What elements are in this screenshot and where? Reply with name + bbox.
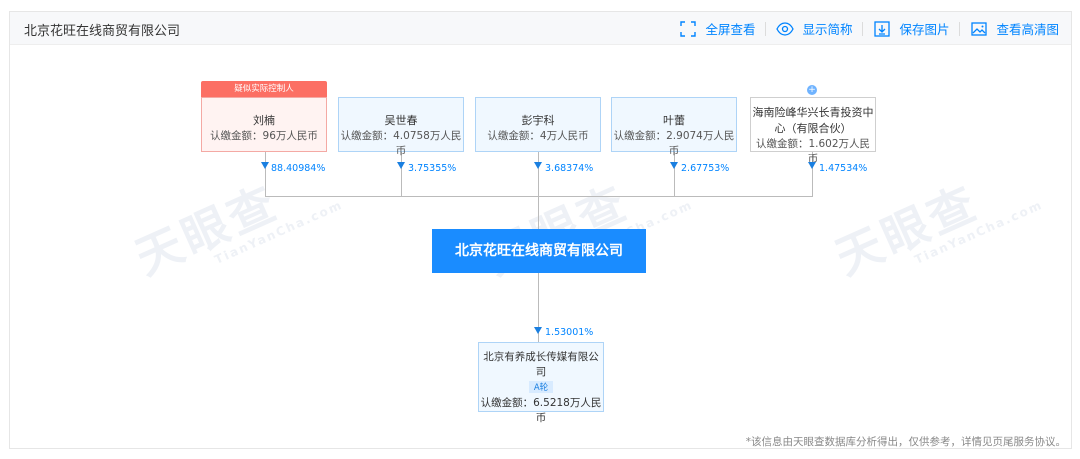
connector-line [265,196,813,197]
share-percent: 3.75355% [408,163,457,174]
disclaimer-footnote: *该信息由天眼查数据库分析得出，仅供参考，详情见页尾服务协议。 [745,436,1066,448]
investee-amount: 认缴金额：6.5218万人民币 [480,397,602,424]
watermark-sub: TianYanCha.com [912,197,1046,267]
share-percent: 2.67753% [681,163,730,174]
fullscreen-label: 全屏查看 [705,22,756,37]
share-percent: 3.68374% [545,163,594,174]
shareholder-name: 叶蕾 [663,114,685,127]
connector-line [401,152,402,196]
shareholder-name: 心（有限合伙） [774,122,852,135]
investment-percent: 1.53001% [545,327,594,338]
toolbar-divider [765,21,767,36]
expand-plus-icon[interactable]: + [807,85,817,95]
investee-name: 司 [535,366,547,378]
panel-header: 北京花旺在线商贸有限公司 全屏查看 显示简称 保存图片 查看高清图 [10,12,1071,45]
actual-controller-tag: 疑似实际控制人 [201,81,327,97]
down-arrow-icon [808,162,816,169]
watermark-text: 天眼查 [827,174,987,286]
shareholder-node[interactable]: 刘楠 认缴金额：96万人民币 [201,97,327,152]
shareholder-node[interactable]: 吴世春 认缴金额：4.0758万人民币 [338,97,464,157]
shareholder-node[interactable]: 叶蕾 认缴金额：2.9074万人民币 [611,97,737,157]
share-percent: 88.40984% [271,163,326,174]
center-company-node[interactable]: 北京花旺在线商贸有限公司 [432,229,646,273]
down-arrow-icon [397,162,405,169]
down-arrow-icon [534,162,542,169]
image-icon [971,21,988,36]
shareholder-amount: 认缴金额：4.0758万人民币 [340,130,462,157]
shareholder-amount: 认缴金额：4万人民币 [487,130,589,142]
fullscreen-button[interactable]: 全屏查看 [679,19,755,38]
shareholder-node[interactable]: 海南险峰华兴长青投资中 心（有限合伙） 认缴金额：1.602万人民币 [750,97,876,165]
eye-icon [776,21,795,36]
shareholder-amount: 认缴金额：96万人民币 [210,130,318,142]
connector-line [265,152,266,196]
share-percent: 1.47534% [819,163,868,174]
show-short-name-label: 显示简称 [802,22,853,37]
watermark-text: 天眼查 [127,174,287,286]
funding-round-badge: A轮 [528,381,554,393]
shareholder-name: 海南险峰华兴长青投资中 [752,106,874,119]
shareholder-amount: 认缴金额：2.9074万人民币 [613,130,735,157]
page-title: 北京花旺在线商贸有限公司 [24,24,181,39]
hd-view-button[interactable]: 查看高清图 [970,19,1059,38]
shareholder-name: 彭宇科 [521,114,555,127]
connector-line [674,152,675,196]
toolbar-divider [959,21,961,36]
investee-node[interactable]: 北京有养成长传媒有限公 司 A轮 认缴金额：6.5218万人民币 [478,342,604,424]
save-image-button[interactable]: 保存图片 [873,19,949,38]
watermark-sub: TianYanCha.com [212,197,346,267]
toolbar: 全屏查看 显示简称 保存图片 查看高清图 [669,19,1059,38]
download-icon [874,20,891,37]
shareholder-name: 吴世春 [384,114,418,127]
investee-name: 北京有养成长传媒有限公 [483,351,599,363]
toolbar-divider [862,21,864,36]
fullscreen-icon [680,20,697,37]
hd-view-label: 查看高清图 [996,22,1059,37]
shareholder-name: 刘楠 [253,114,275,127]
save-image-label: 保存图片 [899,22,950,37]
shareholder-node[interactable]: 彭宇科 认缴金额：4万人民币 [475,97,601,152]
show-short-name-button[interactable]: 显示简称 [776,19,852,38]
down-arrow-icon [534,327,542,334]
down-arrow-icon [261,162,269,169]
down-arrow-icon [670,162,678,169]
